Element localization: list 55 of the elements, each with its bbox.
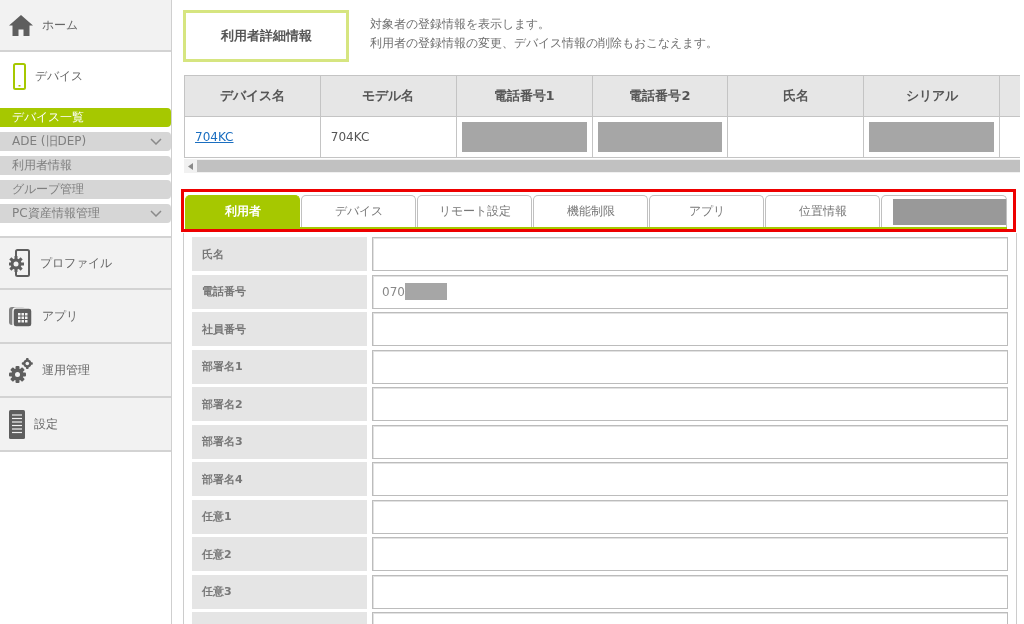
field-label: 電話番号 bbox=[192, 274, 367, 309]
smartphone-icon bbox=[13, 62, 26, 90]
nav-item[interactable]: プロファイル bbox=[0, 236, 171, 290]
nav-item[interactable]: 設定 bbox=[0, 398, 171, 452]
input-field[interactable] bbox=[372, 387, 1008, 421]
horizontal-scrollbar[interactable] bbox=[184, 159, 1020, 173]
submenu-item[interactable]: グループ管理 bbox=[0, 180, 171, 199]
tab[interactable]: 位置情報 bbox=[765, 195, 880, 227]
input-field[interactable] bbox=[372, 237, 1008, 271]
input-field[interactable] bbox=[372, 462, 1008, 496]
gears-icon bbox=[9, 357, 33, 383]
description-text: 対象者の登録情報を表示します。 bbox=[370, 16, 551, 33]
scroll-left-icon[interactable] bbox=[188, 163, 193, 170]
input-field[interactable] bbox=[372, 499, 1008, 534]
field-label: 任意1 bbox=[192, 499, 367, 534]
field-label: 部署名3 bbox=[192, 424, 367, 459]
column-header: 氏名 bbox=[727, 75, 864, 117]
tab[interactable]: アプリ bbox=[649, 195, 764, 227]
field-label: 部署名4 bbox=[192, 462, 367, 496]
nav-item[interactable]: ホーム bbox=[0, 0, 171, 52]
tab[interactable] bbox=[881, 195, 1007, 227]
submenu-item[interactable]: PC資産情報管理 bbox=[0, 204, 171, 223]
input-field[interactable] bbox=[372, 349, 1008, 384]
field-label: 任意3 bbox=[192, 574, 367, 609]
tab[interactable]: デバイス bbox=[301, 195, 416, 227]
input-field[interactable]: 070 bbox=[372, 274, 1008, 309]
column-header: モデル名 bbox=[320, 75, 457, 117]
field-label: 部署名2 bbox=[192, 387, 367, 421]
description-text: 利用者の登録情報の変更、デバイス情報の削除もおこなえます。 bbox=[370, 35, 718, 52]
home-icon bbox=[9, 14, 33, 36]
nav-item[interactable]: アプリ bbox=[0, 290, 171, 344]
app-tiles-icon bbox=[9, 304, 33, 328]
input-field[interactable] bbox=[372, 424, 1008, 459]
submenu-item[interactable]: 利用者情報 bbox=[0, 156, 171, 175]
field-label: 部署名1 bbox=[192, 349, 367, 384]
phone-gear-icon bbox=[9, 249, 31, 277]
input-field[interactable] bbox=[372, 312, 1008, 346]
page-title: 利用者詳細情報 bbox=[183, 10, 349, 62]
device-link[interactable]: 704KC bbox=[195, 130, 234, 144]
field-label: 任意2 bbox=[192, 537, 367, 571]
field-label: 氏名 bbox=[192, 237, 367, 271]
column-header: 電話番号1 bbox=[456, 75, 593, 117]
tab[interactable]: リモート設定 bbox=[417, 195, 532, 227]
input-field[interactable] bbox=[372, 574, 1008, 609]
input-field[interactable] bbox=[372, 537, 1008, 571]
submenu-item[interactable]: ADE (旧DEP) bbox=[0, 132, 171, 151]
column-header: 電話番号2 bbox=[592, 75, 728, 117]
tab[interactable]: 機能制限 bbox=[533, 195, 648, 227]
document-icon bbox=[9, 409, 25, 439]
column-header: デバイス名 bbox=[184, 75, 321, 117]
scrollbar-thumb[interactable] bbox=[197, 160, 1020, 172]
column-header: シリアル bbox=[863, 75, 1000, 117]
table-cell: 704KC bbox=[320, 116, 457, 158]
field-label: 社員番号 bbox=[192, 312, 367, 346]
nav-item[interactable]: 運用管理 bbox=[0, 344, 171, 398]
